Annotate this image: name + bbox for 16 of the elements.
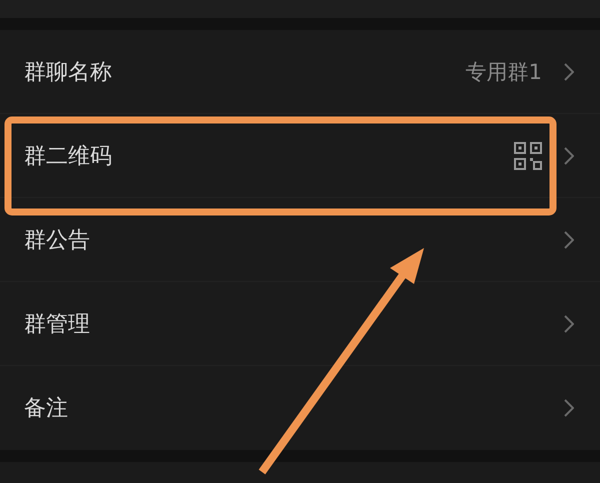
- chevron-right-icon: [564, 146, 574, 164]
- row-value: 专用群1: [466, 58, 542, 86]
- chevron-right-icon: [564, 314, 574, 332]
- settings-row[interactable]: 群聊名称 专用群1: [0, 30, 600, 114]
- chevron-right-icon: [564, 62, 574, 80]
- row-label: 群聊名称: [24, 58, 112, 86]
- row-label: 备注: [24, 395, 68, 423]
- settings-row[interactable]: 群二维码: [0, 114, 600, 198]
- row-label: 群管理: [24, 310, 90, 338]
- row-label: 群二维码: [24, 142, 112, 170]
- settings-row[interactable]: 备注: [0, 366, 600, 450]
- qr-code-icon: [514, 142, 542, 170]
- chevron-right-icon: [564, 399, 574, 417]
- row-label: 群公告: [24, 226, 90, 254]
- chevron-right-icon: [564, 230, 574, 248]
- settings-row[interactable]: 群管理: [0, 282, 600, 366]
